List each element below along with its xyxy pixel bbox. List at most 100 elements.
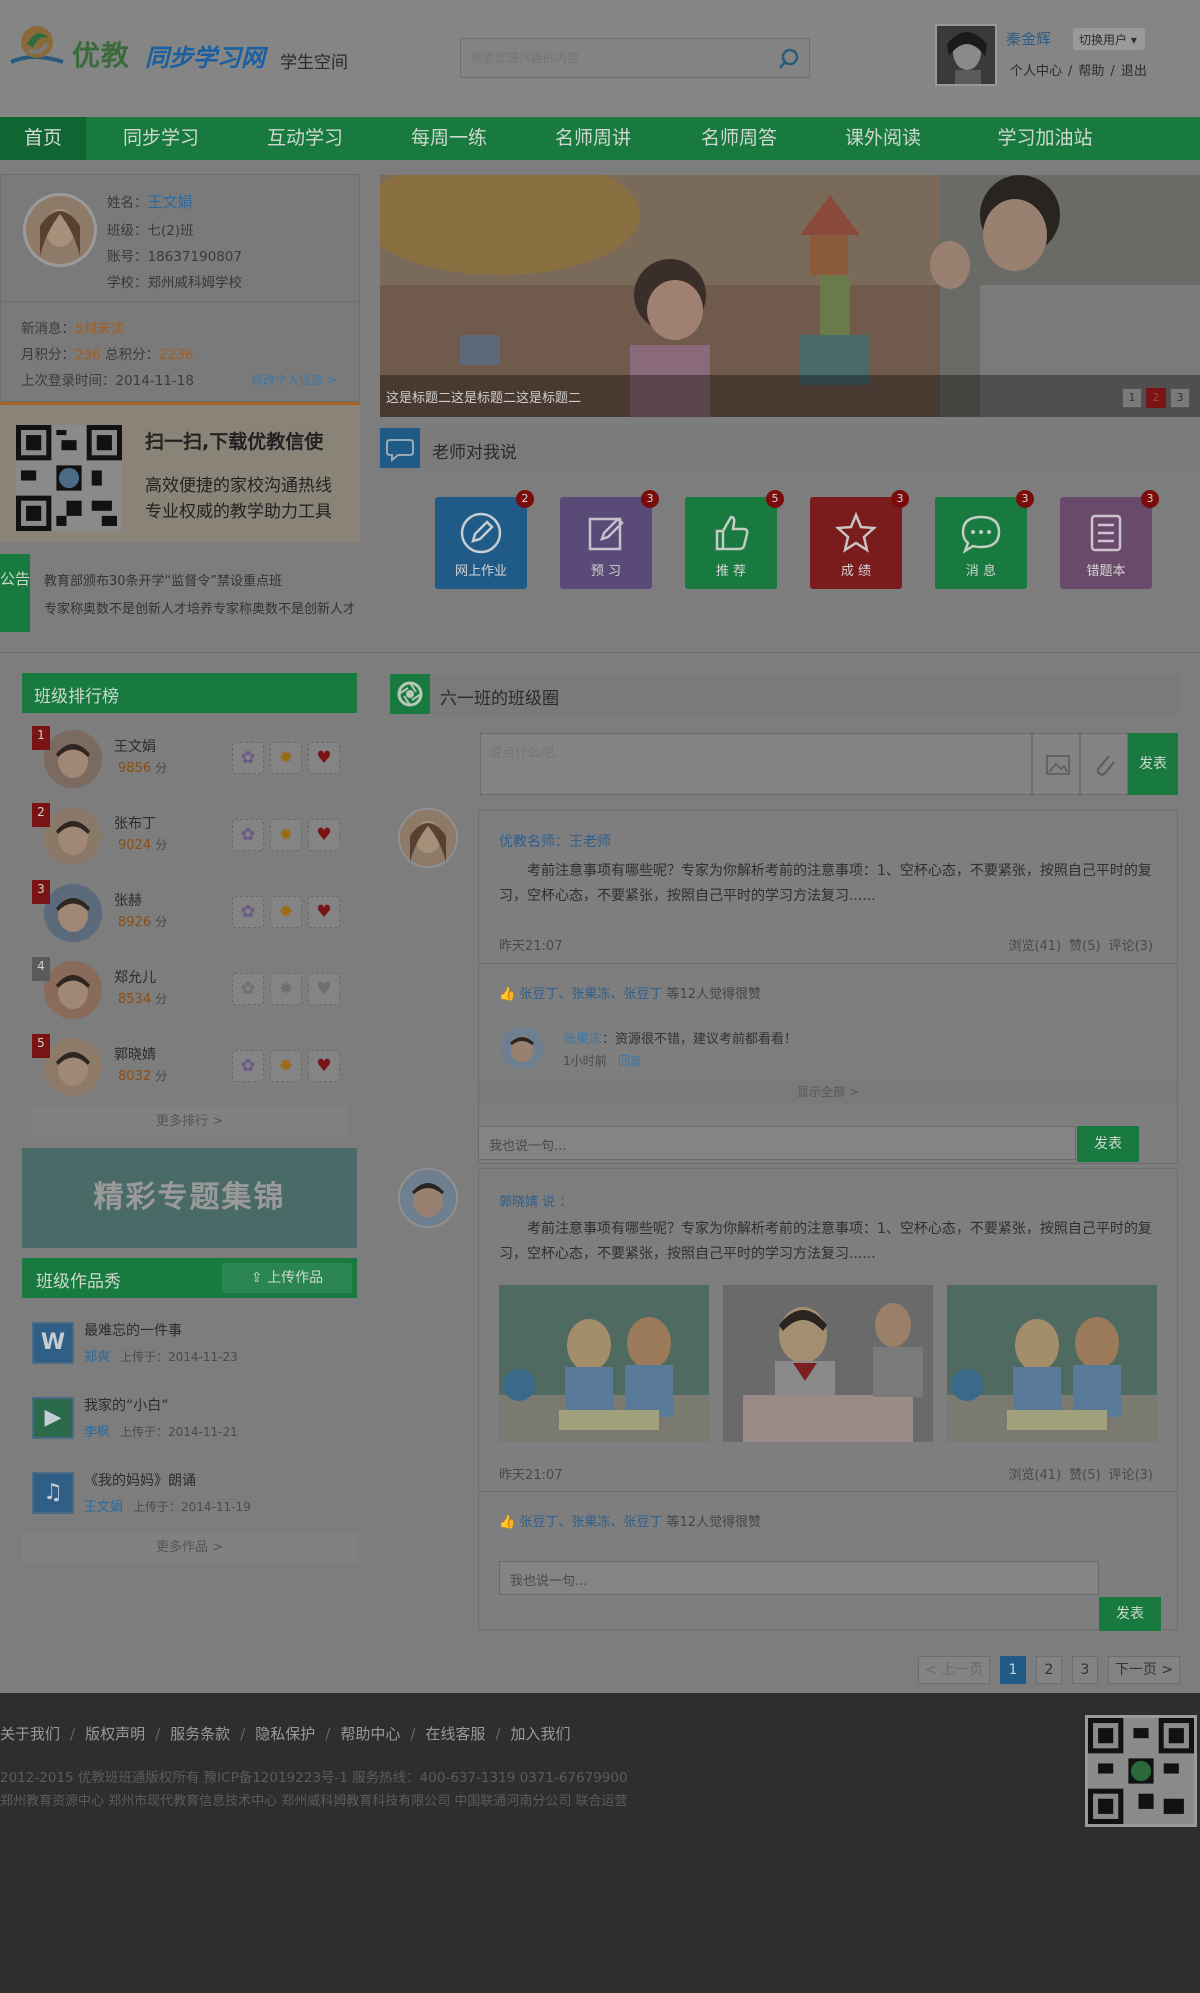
nav-item-teacher-qa[interactable]: 名师周答 <box>676 117 802 160</box>
teacher-tile[interactable]: 推 荐 5 <box>685 490 784 589</box>
student-name[interactable]: 王文娟 <box>148 193 193 211</box>
reply-input[interactable]: 我也说一句... <box>499 1561 1099 1595</box>
feed-author-avatar[interactable] <box>398 1168 458 1228</box>
rank-name[interactable]: 郭晓婧 <box>114 1044 156 1064</box>
nav-item-home[interactable]: 首页 <box>0 117 86 160</box>
logo-text[interactable]: 优教 <box>72 34 130 74</box>
nav-item-study-station[interactable]: 学习加油站 <box>970 117 1120 160</box>
footer-link[interactable]: 关于我们 <box>0 1725 60 1743</box>
carousel-dot-3[interactable]: 3 <box>1170 388 1190 408</box>
footer-link[interactable]: 帮助中心 <box>340 1725 400 1743</box>
heart-icon[interactable]: ♥ <box>308 1050 340 1082</box>
rank-avatar[interactable] <box>44 1038 102 1096</box>
feed-photo[interactable] <box>723 1285 933 1442</box>
feed-photo[interactable] <box>499 1285 709 1442</box>
logout-link[interactable]: 退出 <box>1121 64 1147 79</box>
rank-avatar[interactable] <box>44 807 102 865</box>
heart-icon[interactable]: ♥ <box>308 896 340 928</box>
post-input[interactable] <box>481 734 1031 794</box>
sun-icon[interactable]: ✸ <box>270 973 302 1005</box>
notice-item[interactable]: 教育部颁布30条开学“监督令”禁设重点班 <box>44 570 354 589</box>
carousel-dot-1[interactable]: 1 <box>1122 388 1142 408</box>
attachment-icon[interactable] <box>1080 733 1128 795</box>
user-name-link[interactable]: 秦金辉 <box>1006 28 1051 49</box>
feed-author-avatar[interactable] <box>398 808 458 868</box>
logo-mark-icon[interactable] <box>3 22 71 74</box>
help-link[interactable]: 帮助 <box>1078 64 1104 79</box>
feed-photo[interactable] <box>947 1285 1157 1442</box>
work-title[interactable]: 我家的“小白” <box>84 1395 169 1415</box>
rank-avatar[interactable] <box>44 884 102 942</box>
likes-count[interactable]: 赞(5) <box>1069 1468 1100 1483</box>
work-item[interactable]: ▶ 我家的“小白” 李枫 上传于：2014-11-21 <box>22 1391 357 1461</box>
nav-item-weekly-practice[interactable]: 每周一练 <box>388 117 510 160</box>
work-title[interactable]: 最难忘的一件事 <box>84 1320 182 1340</box>
search-icon[interactable] <box>777 47 801 71</box>
liked-by-names[interactable]: 张豆丁、张果冻、张豆丁 <box>519 987 662 1002</box>
teacher-tile[interactable]: 网上作业 2 <box>435 490 534 589</box>
nav-item-teacher-lecture[interactable]: 名师周讲 <box>532 117 654 160</box>
user-avatar[interactable] <box>935 24 997 86</box>
footer-link[interactable]: 加入我们 <box>510 1725 570 1743</box>
sun-icon[interactable]: ✸ <box>270 896 302 928</box>
work-item[interactable]: ♫ 《我的妈妈》朗诵 王文娟 上传于：2014-11-19 <box>22 1466 357 1536</box>
personal-center-link[interactable]: 个人中心 <box>1010 64 1062 79</box>
heart-icon[interactable]: ♥ <box>308 973 340 1005</box>
flower-icon[interactable]: ✿ <box>232 973 264 1005</box>
reply-input[interactable]: 我也说一句... <box>478 1126 1076 1160</box>
teacher-tile[interactable]: 消 息 3 <box>935 490 1034 589</box>
sun-icon[interactable]: ✸ <box>270 1050 302 1082</box>
notice-item[interactable]: 专家称奥数不是创新人才培养专家称奥数不是创新人才培养 <box>44 598 354 617</box>
nav-item-sync-learning[interactable]: 同步学习 <box>100 117 222 160</box>
upload-work-button[interactable]: ⇪ 上传作品 <box>222 1263 352 1293</box>
work-author[interactable]: 李枫 <box>84 1425 110 1440</box>
comments-count[interactable]: 评论(3) <box>1109 939 1153 954</box>
edit-profile-link[interactable]: 修改个人信息 > <box>251 371 337 388</box>
heart-icon[interactable]: ♥ <box>308 819 340 851</box>
nav-item-reading[interactable]: 课外阅读 <box>820 117 946 160</box>
footer-link[interactable]: 服务条款 <box>170 1725 230 1743</box>
work-title[interactable]: 《我的妈妈》朗诵 <box>84 1470 196 1490</box>
flower-icon[interactable]: ✿ <box>232 1050 264 1082</box>
profile-avatar[interactable] <box>23 193 97 267</box>
image-upload-icon[interactable] <box>1032 733 1080 795</box>
more-rank-button[interactable]: 更多排行 > <box>32 1107 347 1137</box>
post-send-button[interactable]: 发表 <box>1128 733 1178 795</box>
rank-name[interactable]: 张布丁 <box>114 813 156 833</box>
teacher-tile[interactable]: 成 绩 3 <box>810 490 909 589</box>
rank-avatar[interactable] <box>44 961 102 1019</box>
work-author[interactable]: 王文娟 <box>84 1500 123 1515</box>
feed-author[interactable]: 优教名师：王老师 <box>499 831 611 851</box>
views-count[interactable]: 浏览(41) <box>1008 939 1061 954</box>
news-value[interactable]: 5封未读 <box>75 321 124 337</box>
carousel-dot-2[interactable]: 2 <box>1146 388 1166 408</box>
footer-link[interactable]: 隐私保护 <box>255 1725 315 1743</box>
flower-icon[interactable]: ✿ <box>232 819 264 851</box>
work-author[interactable]: 郑爽 <box>84 1350 110 1365</box>
reply-link[interactable]: 回复 <box>618 1054 642 1068</box>
logo-sync-text[interactable]: 同步学习网 <box>145 38 265 73</box>
sun-icon[interactable]: ✸ <box>270 819 302 851</box>
reply-send-button[interactable]: 发表 <box>1099 1597 1161 1631</box>
banner-carousel[interactable]: 这是标题二这是标题二这是标题二 1 2 3 <box>380 175 1200 417</box>
flower-icon[interactable]: ✿ <box>232 742 264 774</box>
page-3-button[interactable]: 3 <box>1072 1656 1098 1684</box>
sun-icon[interactable]: ✸ <box>270 742 302 774</box>
search-input[interactable] <box>461 39 761 77</box>
reply-send-button[interactable]: 发表 <box>1077 1126 1139 1162</box>
rank-avatar[interactable] <box>44 730 102 788</box>
special-topics-banner[interactable]: 精彩专题集锦 <box>22 1148 357 1248</box>
footer-link[interactable]: 在线客服 <box>425 1725 485 1743</box>
reply-avatar[interactable] <box>501 1027 543 1069</box>
rank-name[interactable]: 王文娟 <box>114 736 156 756</box>
work-item[interactable]: W 最难忘的一件事 郑爽 上传于：2014-11-23 <box>22 1316 357 1386</box>
views-count[interactable]: 浏览(41) <box>1008 1468 1061 1483</box>
rank-name[interactable]: 张赫 <box>114 890 142 910</box>
teacher-tile[interactable]: 预 习 3 <box>560 490 659 589</box>
show-all-button[interactable]: 显示全部 > <box>479 1079 1177 1105</box>
rank-name[interactable]: 郑允儿 <box>114 967 156 987</box>
heart-icon[interactable]: ♥ <box>308 742 340 774</box>
reply-author[interactable]: 张果冻 <box>563 1032 602 1047</box>
flower-icon[interactable]: ✿ <box>232 896 264 928</box>
page-1-button[interactable]: 1 <box>1000 1656 1026 1684</box>
